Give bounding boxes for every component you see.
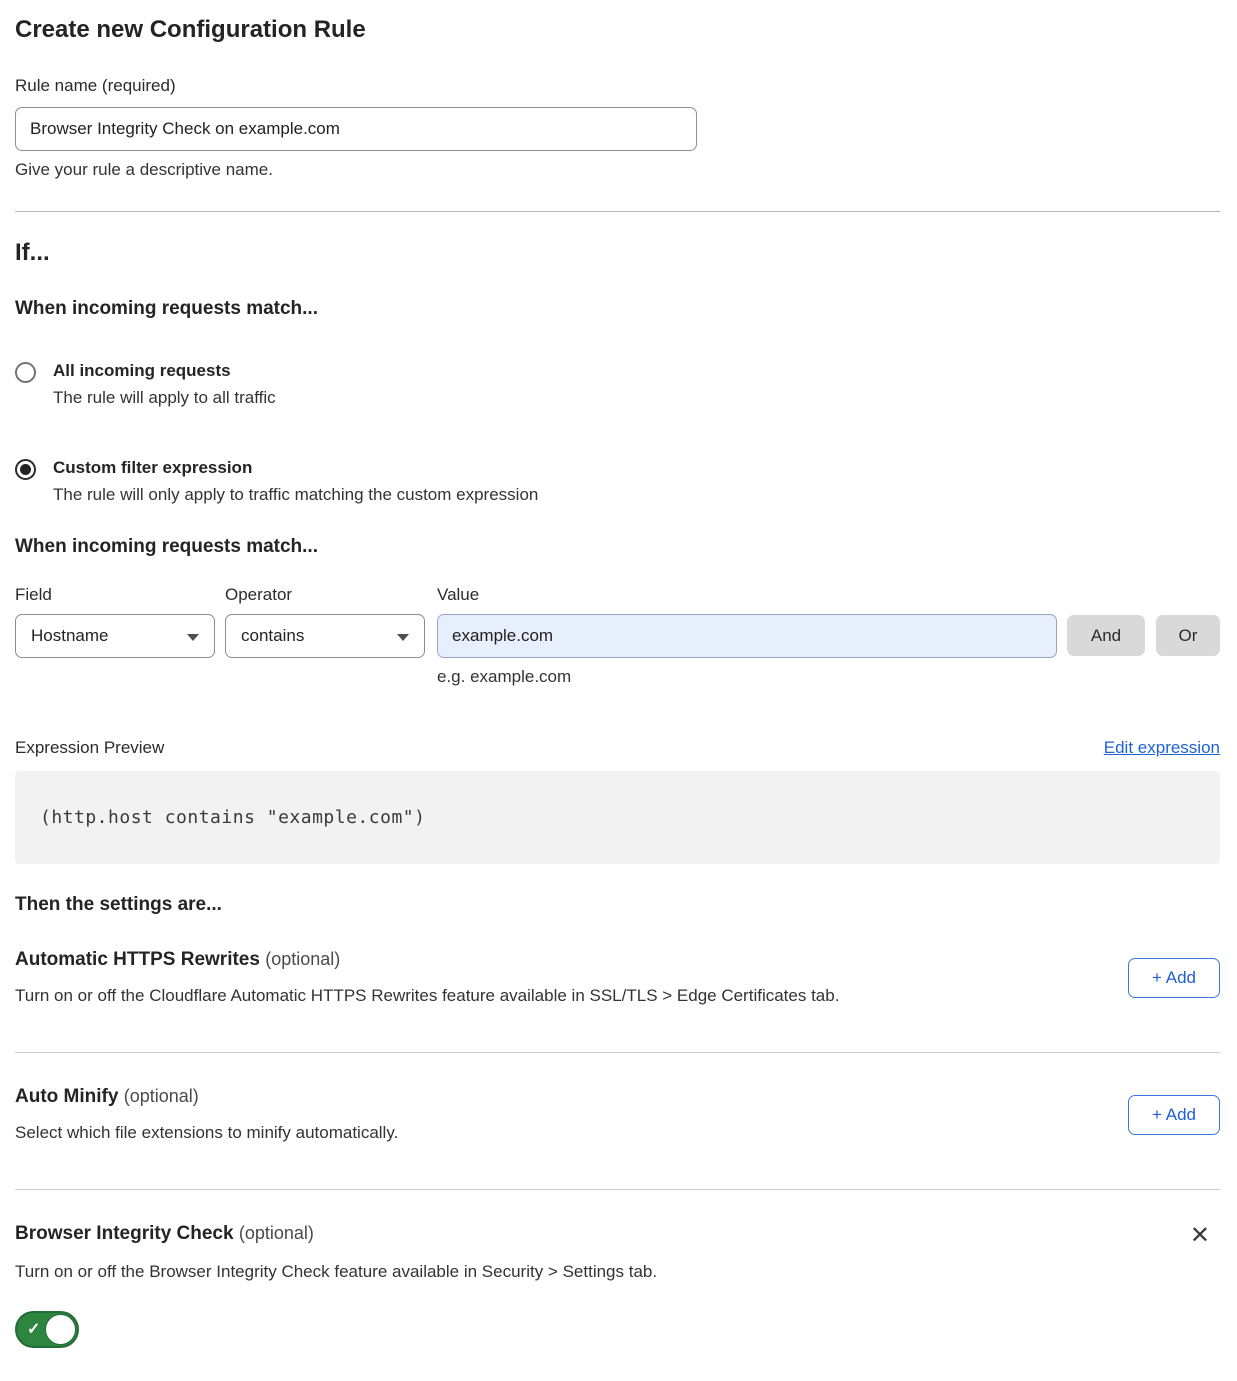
edit-expression-link[interactable]: Edit expression — [1104, 738, 1220, 758]
radio-label: Custom filter expression — [53, 458, 538, 478]
expression-preview-code: (http.host contains "example.com") — [15, 771, 1220, 864]
incoming-requests-heading: When incoming requests match... — [15, 298, 1220, 320]
radio-label: All incoming requests — [53, 361, 276, 381]
radio-option-custom-filter-expression[interactable]: Custom filter expression The rule will o… — [15, 458, 1220, 505]
then-settings-heading: Then the settings are... — [15, 894, 1220, 916]
add-automatic-https-rewrites-button[interactable]: + Add — [1128, 958, 1220, 998]
or-button[interactable]: Or — [1156, 615, 1220, 656]
setting-optional-tag: (optional) — [124, 1086, 199, 1106]
setting-optional-tag: (optional) — [239, 1223, 314, 1243]
page-title: Create new Configuration Rule — [15, 16, 1220, 44]
value-input[interactable] — [437, 614, 1057, 658]
value-label: Value — [437, 585, 479, 605]
setting-auto-minify: Auto Minify (optional) Select which file… — [15, 1053, 1220, 1190]
field-select-value: Hostname — [31, 626, 108, 646]
field-label: Field — [15, 585, 225, 605]
radio-button-icon[interactable] — [15, 362, 36, 383]
setting-optional-tag: (optional) — [265, 949, 340, 969]
setting-title: Browser Integrity Check — [15, 1223, 234, 1244]
expression-builder-heading: When incoming requests match... — [15, 536, 1220, 558]
operator-label: Operator — [225, 585, 437, 605]
if-heading: If... — [15, 239, 1220, 267]
check-icon: ✓ — [27, 1321, 40, 1339]
setting-automatic-https-rewrites: Automatic HTTPS Rewrites (optional) Turn… — [15, 916, 1220, 1053]
operator-select-value: contains — [241, 626, 304, 646]
chevron-down-icon — [187, 634, 199, 641]
rule-name-input[interactable] — [15, 107, 697, 151]
value-helper: e.g. example.com — [437, 667, 1220, 687]
rule-name-label: Rule name (required) — [15, 76, 1220, 96]
setting-description: Turn on or off the Cloudflare Automatic … — [15, 986, 839, 1006]
setting-browser-integrity-check: Browser Integrity Check (optional) ✕ Tur… — [15, 1190, 1220, 1351]
and-button[interactable]: And — [1067, 615, 1145, 656]
rule-name-helper: Give your rule a descriptive name. — [15, 160, 1220, 180]
setting-title: Automatic HTTPS Rewrites — [15, 949, 260, 970]
section-divider — [15, 211, 1220, 212]
radio-option-all-incoming-requests[interactable]: All incoming requests The rule will appl… — [15, 361, 1220, 408]
radio-description: The rule will only apply to traffic matc… — [53, 485, 538, 505]
close-icon[interactable]: ✕ — [1190, 1225, 1210, 1247]
expression-builder-row: Hostname contains And Or — [15, 614, 1220, 658]
toggle-knob — [45, 1314, 76, 1345]
setting-title: Auto Minify — [15, 1086, 118, 1107]
browser-integrity-toggle[interactable]: ✓ — [15, 1311, 79, 1348]
field-select[interactable]: Hostname — [15, 614, 215, 658]
setting-description: Select which file extensions to minify a… — [15, 1123, 398, 1143]
create-configuration-rule-form: Create new Configuration Rule Rule name … — [0, 16, 1237, 1381]
radio-button-icon[interactable] — [15, 459, 36, 480]
expression-preview-label: Expression Preview — [15, 738, 164, 758]
expression-builder-labels: Field Operator Value — [15, 585, 1220, 605]
radio-description: The rule will apply to all traffic — [53, 388, 276, 408]
expression-preview-header: Expression Preview Edit expression — [15, 738, 1220, 758]
setting-description: Turn on or off the Browser Integrity Che… — [15, 1262, 1220, 1282]
chevron-down-icon — [397, 634, 409, 641]
add-auto-minify-button[interactable]: + Add — [1128, 1095, 1220, 1135]
operator-select[interactable]: contains — [225, 614, 425, 658]
